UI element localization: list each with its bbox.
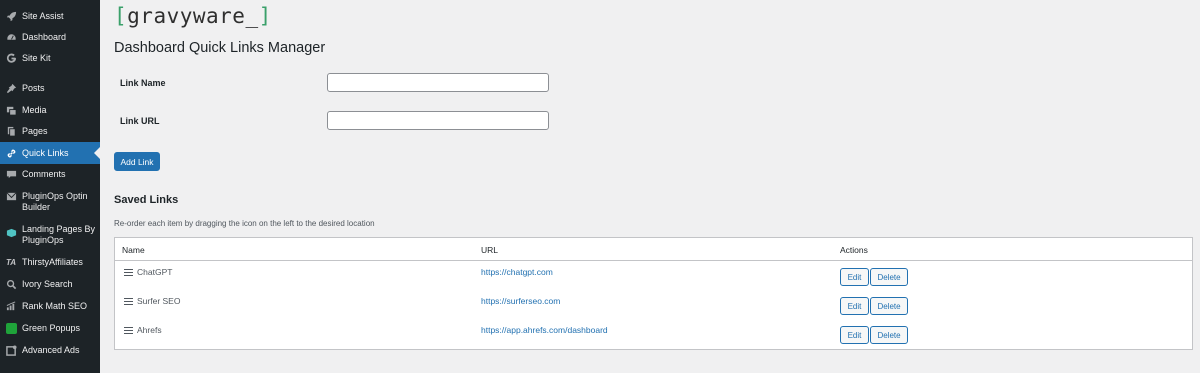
column-header-actions: Actions <box>840 245 868 255</box>
link-url-label: Link URL <box>120 116 160 126</box>
google-g-icon <box>5 52 17 64</box>
sidebar-item-site-assist[interactable]: Site Assist <box>0 10 100 23</box>
delete-button[interactable]: Delete <box>870 268 908 286</box>
landing-pages-icon <box>5 226 17 238</box>
edit-button[interactable]: Edit <box>840 326 869 344</box>
sidebar-item-comments[interactable]: Comments <box>0 168 100 181</box>
sidebar-item-label: Site Kit <box>22 53 51 63</box>
delete-button[interactable]: Delete <box>870 297 908 315</box>
media-icon <box>5 104 17 116</box>
table-row: Ahrefs https://app.ahrefs.com/dashboard … <box>115 319 1192 348</box>
sidebar-item-ivory-search[interactable]: Ivory Search <box>0 278 100 291</box>
drag-handle-icon[interactable] <box>124 298 133 305</box>
link-name-label: Link Name <box>120 78 166 88</box>
sidebar-item-site-kit[interactable]: Site Kit <box>0 52 100 65</box>
sidebar-item-quick-links[interactable]: Quick Links <box>0 142 100 164</box>
sidebar-item-label: Site Assist <box>22 11 64 21</box>
green-popups-icon <box>5 322 17 334</box>
pages-icon <box>5 125 17 137</box>
sidebar-item-pages[interactable]: Pages <box>0 125 100 138</box>
delete-button[interactable]: Delete <box>870 326 908 344</box>
drag-handle-icon[interactable] <box>124 327 133 334</box>
sidebar-item-label: Posts <box>22 83 45 93</box>
sidebar-item-label: Rank Math SEO <box>22 301 88 311</box>
sidebar-item-label: PluginOps Optin Builder <box>22 191 88 212</box>
edit-button[interactable]: Edit <box>840 297 869 315</box>
sidebar-item-posts[interactable]: Posts <box>0 82 100 95</box>
admin-sidebar: Site Assist Dashboard Site Kit Posts Med… <box>0 0 100 373</box>
sidebar-item-label: Landing Pages By PluginOps <box>22 224 96 245</box>
pin-icon <box>5 82 17 94</box>
column-header-url: URL <box>481 245 499 255</box>
sidebar-item-media[interactable]: Media <box>0 104 100 117</box>
sidebar-item-label: Media <box>22 105 47 115</box>
sidebar-item-label: Quick Links <box>22 148 69 158</box>
link-name-input[interactable] <box>327 73 549 92</box>
dashboard-icon <box>5 31 17 43</box>
rank-math-icon <box>5 300 17 312</box>
add-link-button[interactable]: Add Link <box>114 152 160 171</box>
sidebar-item-label: Comments <box>22 169 66 179</box>
sidebar-item-label: Advanced Ads <box>22 345 80 355</box>
sidebar-item-pluginops-optin[interactable]: PluginOps Optin Builder <box>0 190 100 214</box>
link-name: ChatGPT <box>137 267 173 277</box>
link-url-input[interactable] <box>327 111 549 130</box>
saved-links-title: Saved Links <box>114 194 179 206</box>
sidebar-item-label: Dashboard <box>22 32 67 42</box>
search-icon <box>5 278 17 290</box>
link-name: Surfer SEO <box>137 296 181 306</box>
page-title: Dashboard Quick Links Manager <box>114 40 326 56</box>
link-url[interactable]: https://app.ahrefs.com/dashboard <box>481 325 608 335</box>
table-header: Name URL Actions <box>115 238 1192 261</box>
edit-button[interactable]: Edit <box>840 268 869 286</box>
link-icon <box>5 147 17 159</box>
table-row: Surfer SEO https://surferseo.com Edit De… <box>115 290 1192 319</box>
link-url[interactable]: https://chatgpt.com <box>481 267 553 277</box>
comment-icon <box>5 168 17 180</box>
brand-logo: [gravyware_] <box>114 4 272 28</box>
sidebar-item-rank-math[interactable]: Rank Math SEO <box>0 300 100 313</box>
sidebar-item-label: Pages <box>22 126 48 136</box>
reorder-help-text: Re-order each item by dragging the icon … <box>114 219 375 228</box>
sidebar-item-label: Ivory Search <box>22 279 73 289</box>
sidebar-item-thirstyaffiliates[interactable]: TA ThirstyAffiliates <box>0 256 100 269</box>
rocket-icon <box>5 10 17 22</box>
email-icon <box>5 190 17 202</box>
drag-handle-icon[interactable] <box>124 269 133 276</box>
sidebar-item-label: ThirstyAffiliates <box>22 257 83 267</box>
sidebar-item-landing-pages[interactable]: Landing Pages By PluginOps <box>0 223 100 247</box>
sidebar-item-green-popups[interactable]: Green Popups <box>0 322 100 335</box>
link-url[interactable]: https://surferseo.com <box>481 296 560 306</box>
link-name: Ahrefs <box>137 325 162 335</box>
ta-icon: TA <box>5 257 17 267</box>
advanced-ads-icon <box>5 344 17 356</box>
table-row: ChatGPT https://chatgpt.com Edit Delete <box>115 261 1192 290</box>
column-header-name: Name <box>122 245 145 255</box>
sidebar-item-label: Green Popups <box>22 323 81 333</box>
sidebar-item-advanced-ads[interactable]: Advanced Ads <box>0 344 100 357</box>
saved-links-table: Name URL Actions ChatGPT https://chatgpt… <box>114 237 1193 350</box>
sidebar-item-dashboard[interactable]: Dashboard <box>0 31 100 44</box>
